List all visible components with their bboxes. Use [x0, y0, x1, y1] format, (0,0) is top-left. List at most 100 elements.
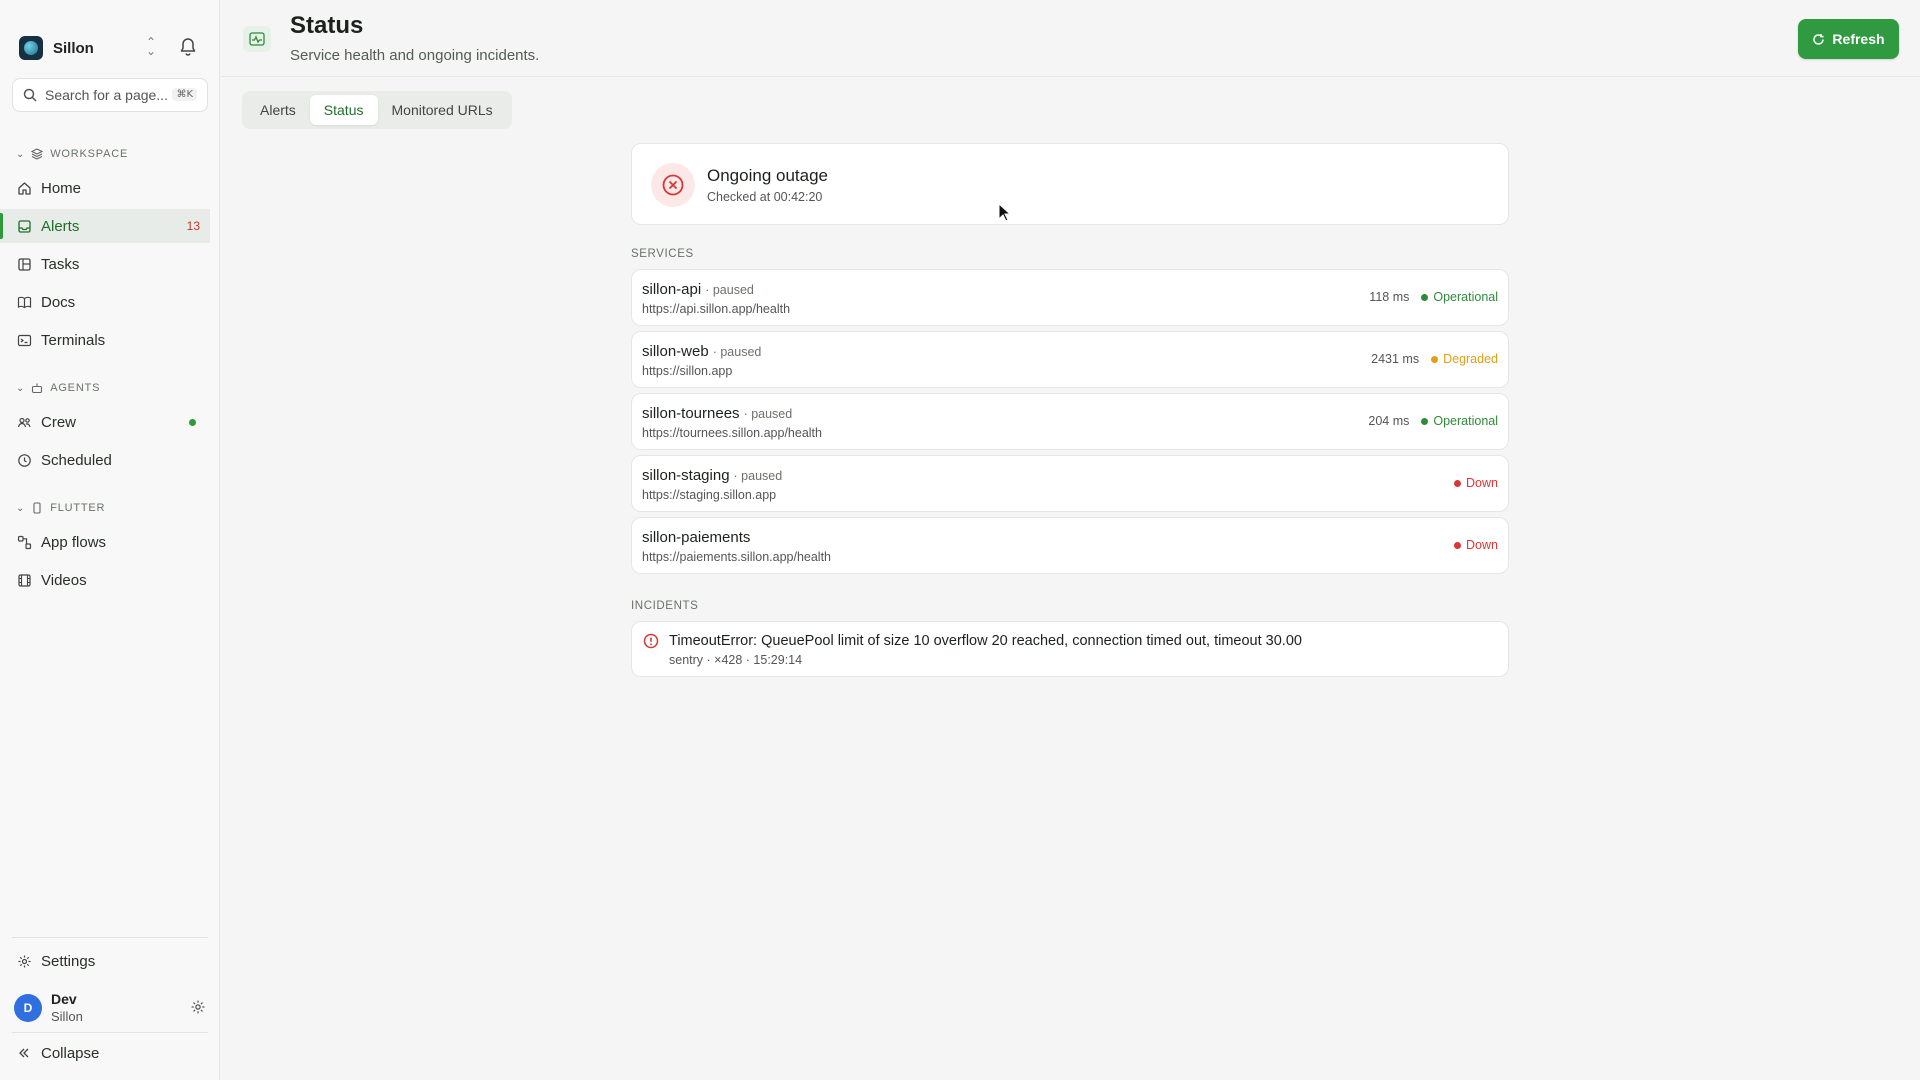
- service-name: sillon-web: [642, 343, 709, 360]
- chevron-down-icon: ⌄: [16, 382, 26, 394]
- avatar: D: [14, 994, 42, 1022]
- smartphone-icon: [31, 502, 43, 514]
- chevrons-left-icon: [16, 1045, 32, 1061]
- incident-meta: sentry · ×428 · 15:29:14: [669, 653, 803, 667]
- sidebar-item-alerts[interactable]: Alerts 13: [0, 209, 210, 243]
- sidebar-item-tasks[interactable]: Tasks: [0, 247, 210, 281]
- service-state: · paused: [733, 469, 783, 483]
- service-name: sillon-paiements: [642, 529, 751, 546]
- refresh-icon: [1813, 33, 1825, 45]
- workspace-switcher[interactable]: Sillon ⌃ ⌄: [19, 35, 169, 61]
- sidebar-item-terminals[interactable]: Terminals: [0, 323, 210, 357]
- sidebar-item-home[interactable]: Home: [0, 171, 210, 205]
- sidebar-item-label: Crew: [41, 413, 77, 431]
- workspace-name: Sillon: [53, 39, 94, 57]
- outage-checked-time: Checked at 00:42:20: [707, 190, 823, 204]
- alerts-count-badge: 13: [186, 219, 200, 233]
- activity-icon: [243, 26, 271, 52]
- collapse-sidebar-button[interactable]: Collapse: [0, 1036, 210, 1070]
- sidebar: Sillon ⌃⌄ ⌘K ⌄ WORKSPACE Home Alerts 13 …: [0, 0, 220, 1080]
- sidebar-item-label: Videos: [41, 571, 87, 589]
- users-icon: [16, 414, 32, 430]
- chevron-updown-icon: ⌃ ⌄: [146, 35, 157, 58]
- sidebar-item-docs[interactable]: Docs: [0, 285, 210, 319]
- service-row[interactable]: sillon-staging · paused https://staging.s…: [631, 455, 1509, 512]
- service-state: · paused: [712, 345, 762, 359]
- workflow-icon: [16, 534, 32, 550]
- sidebar-item-label: Docs: [41, 293, 76, 311]
- sidebar-item-label: Alerts: [41, 217, 80, 235]
- status-dot: [1421, 417, 1429, 425]
- service-latency: 2431 ms: [1371, 352, 1420, 366]
- sidebar-item-crew[interactable]: Crew: [0, 405, 210, 439]
- mouse-cursor-icon: [998, 202, 1012, 227]
- user-org: Sillon: [51, 1009, 83, 1024]
- section-label: FLUTTER: [50, 502, 106, 514]
- page-title: Status: [290, 12, 364, 39]
- search-input[interactable]: [45, 87, 175, 103]
- sidebar-item-label: Terminals: [41, 331, 106, 349]
- status-tabs: Alerts Status Monitored URLs: [242, 91, 512, 129]
- inbox-icon: [16, 218, 32, 234]
- service-url: https://tournees.sillon.app/health: [642, 426, 822, 440]
- refresh-button[interactable]: Refresh: [1798, 19, 1899, 59]
- services-heading: SERVICES: [631, 248, 694, 260]
- search-input-container[interactable]: ⌘K: [12, 78, 208, 112]
- sidebar-item-label: Tasks: [41, 255, 80, 273]
- status-dot: [1454, 479, 1462, 487]
- service-row[interactable]: sillon-api · paused https://api.sillon.ap…: [631, 269, 1509, 326]
- sidebar-divider: [12, 937, 208, 938]
- user-settings-icon[interactable]: [190, 999, 206, 1020]
- x-circle-icon: [651, 163, 695, 207]
- service-status: Down: [1466, 538, 1498, 552]
- status-dot: [1421, 293, 1429, 301]
- layers-icon: [31, 148, 44, 160]
- incidents-heading: INCIDENTS: [631, 600, 699, 612]
- sidebar-item-app-flows[interactable]: App flows: [0, 525, 210, 559]
- service-status: Degraded: [1443, 352, 1498, 366]
- refresh-label: Refresh: [1832, 31, 1885, 47]
- service-url: https://api.sillon.app/health: [642, 302, 791, 316]
- service-row[interactable]: sillon-tournees · paused https://tournees…: [631, 393, 1509, 450]
- section-flutter[interactable]: ⌄ FLUTTER: [16, 500, 105, 516]
- tab-status[interactable]: Status: [309, 95, 378, 125]
- section-workspace[interactable]: ⌄ WORKSPACE: [16, 146, 128, 162]
- sidebar-item-videos[interactable]: Videos: [0, 563, 210, 597]
- terminal-icon: [16, 332, 32, 348]
- sidebar-divider: [12, 1032, 208, 1033]
- service-row[interactable]: sillon-web · paused https://sillon.app 24…: [631, 331, 1509, 388]
- service-row[interactable]: sillon-paiements https://paiements.sillo…: [631, 517, 1509, 574]
- tab-alerts[interactable]: Alerts: [246, 95, 310, 125]
- crew-online-indicator: [189, 418, 196, 426]
- collapse-label: Collapse: [41, 1044, 100, 1062]
- sidebar-item-label: Settings: [41, 952, 96, 970]
- section-agents[interactable]: ⌄ AGENTS: [16, 380, 100, 396]
- service-name: sillon-staging: [642, 467, 730, 484]
- bell-icon[interactable]: [179, 37, 197, 57]
- clock-icon: [16, 452, 32, 468]
- user-name: Dev: [51, 991, 77, 1007]
- chevron-down-icon: ⌄: [16, 502, 26, 514]
- sidebar-item-scheduled[interactable]: Scheduled: [0, 443, 210, 477]
- sidebar-item-label: Scheduled: [41, 451, 112, 469]
- gear-icon: [16, 953, 32, 969]
- incident-row[interactable]: TimeoutError: QueuePool limit of size 10…: [631, 621, 1509, 677]
- kanban-icon: [16, 256, 32, 272]
- service-url: https://sillon.app: [642, 364, 733, 378]
- book-icon: [16, 294, 32, 310]
- service-state: · paused: [705, 283, 754, 297]
- outage-title: Ongoing outage: [707, 166, 828, 185]
- sidebar-item-label: App flows: [41, 533, 107, 551]
- sidebar-item-settings[interactable]: Settings: [0, 944, 210, 978]
- service-url: https://paiements.sillon.app/health: [642, 550, 832, 564]
- service-status: Operational: [1433, 414, 1498, 428]
- alert-circle-icon: [643, 633, 659, 654]
- service-name: sillon-api: [642, 281, 702, 298]
- chevron-down-icon: ⌄: [16, 148, 26, 160]
- tab-monitored-urls[interactable]: Monitored URLs: [378, 95, 507, 125]
- outage-banner: Ongoing outage Checked at 00:42:20: [631, 143, 1509, 225]
- page-header: Status Service health and ongoing incide…: [221, 0, 1920, 77]
- service-latency: 118 ms: [1369, 290, 1410, 304]
- section-label: AGENTS: [50, 382, 101, 394]
- user-profile[interactable]: D Dev Sillon: [14, 988, 210, 1028]
